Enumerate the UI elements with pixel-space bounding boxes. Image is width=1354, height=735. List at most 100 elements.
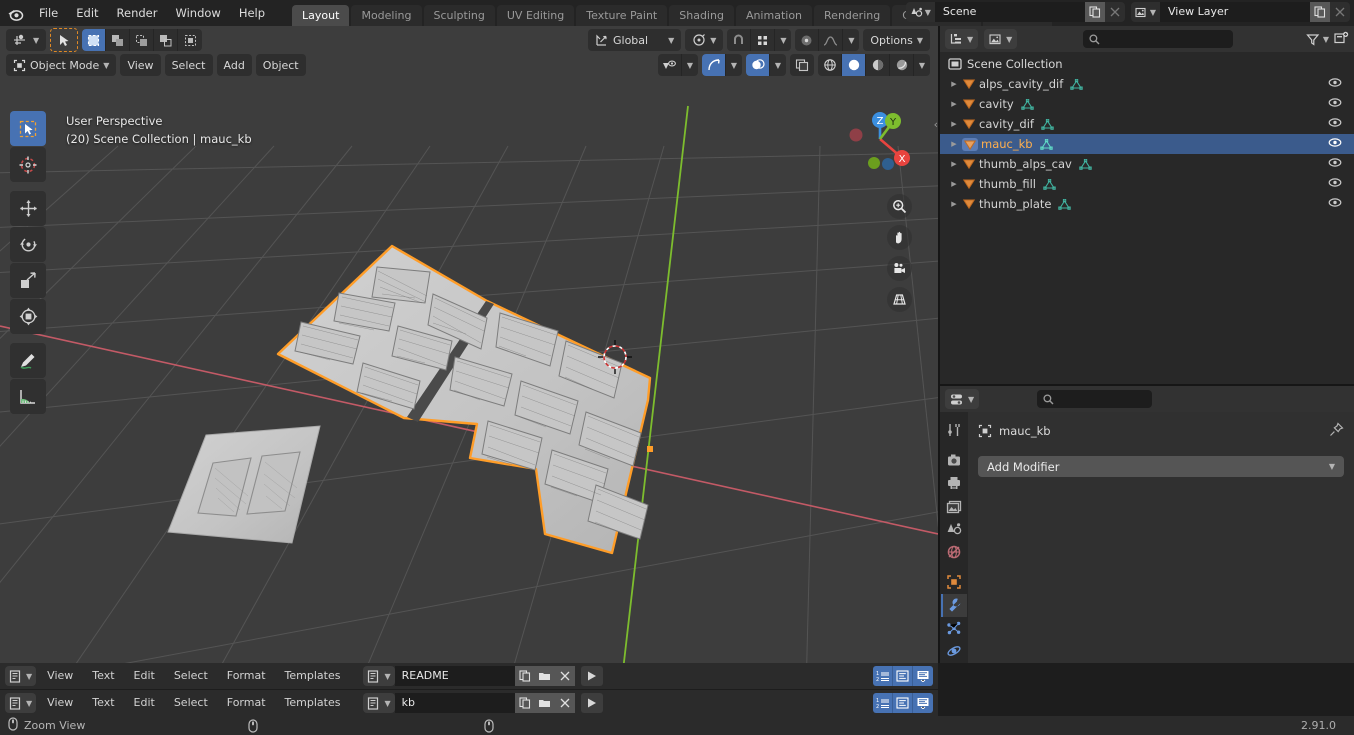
- outliner-item-alps-cavity-dif[interactable]: ▶ alps_cavity_dif: [940, 74, 1354, 94]
- xray-toggle-icon[interactable]: [790, 54, 814, 76]
- text-editor-1-menu-select[interactable]: Select: [166, 666, 216, 686]
- visibility-group[interactable]: ▼: [658, 54, 698, 76]
- grid-ortho-icon[interactable]: [887, 287, 912, 312]
- object-mode-selector[interactable]: Object Mode ▼: [6, 54, 117, 76]
- properties-editor[interactable]: ▼ mauc_kb Add Modifier ▼: [940, 386, 1354, 663]
- view-layer-selector[interactable]: ▼ View Layer: [1130, 2, 1350, 22]
- outliner-display-mode-icon[interactable]: ▼: [945, 29, 979, 49]
- shading-dropdown-caret[interactable]: ▼: [914, 54, 930, 76]
- syntax-highlight-icon[interactable]: [913, 666, 933, 686]
- camera-icon[interactable]: [887, 256, 912, 281]
- scene-cone-icon[interactable]: [941, 517, 967, 540]
- outliner-item-mauc-kb[interactable]: ▶ mauc_kb: [940, 134, 1354, 154]
- shading-wireframe-icon[interactable]: [818, 54, 842, 76]
- text-editor-2-datablock[interactable]: ▼ kb: [363, 693, 603, 713]
- outliner-item-thumb-fill[interactable]: ▶ thumb_fill: [940, 174, 1354, 194]
- menu-help[interactable]: Help: [230, 2, 274, 24]
- eye-icon[interactable]: [1328, 197, 1342, 211]
- add-modifier-button[interactable]: Add Modifier ▼: [978, 456, 1344, 477]
- expand-arrow-icon[interactable]: ▶: [946, 140, 962, 148]
- pin-icon[interactable]: [1329, 422, 1344, 440]
- filter-id-icon[interactable]: ▼: [984, 29, 1018, 49]
- rotate-icon[interactable]: [10, 227, 46, 262]
- scene-selector[interactable]: ▼ Scene: [905, 2, 1125, 22]
- expand-arrow-icon[interactable]: ▶: [946, 100, 962, 108]
- blender-logo-icon[interactable]: [0, 0, 30, 26]
- line-numbers-icon[interactable]: 12: [873, 666, 893, 686]
- outliner-item-cavity-dif[interactable]: ▶ cavity_dif: [940, 114, 1354, 134]
- gizmo-group[interactable]: ▼: [702, 54, 742, 76]
- eye-icon[interactable]: [1328, 97, 1342, 111]
- text-editor-2-menu-select[interactable]: Select: [166, 693, 216, 713]
- move-icon[interactable]: [10, 191, 46, 226]
- duplicate-icon[interactable]: [514, 666, 535, 686]
- proportional-dropdown-caret[interactable]: ▼: [843, 29, 859, 51]
- new-scene-button[interactable]: [1084, 2, 1105, 22]
- menu-file[interactable]: File: [30, 2, 67, 24]
- overlays-icon[interactable]: [746, 54, 770, 76]
- tab-layout[interactable]: Layout: [292, 5, 350, 26]
- select-box-icon[interactable]: [10, 111, 46, 146]
- select-mode-group[interactable]: [82, 29, 203, 51]
- viewport-menu-object[interactable]: Object: [255, 54, 306, 76]
- duplicate-icon[interactable]: [514, 693, 535, 713]
- folder-icon[interactable]: [534, 693, 555, 713]
- view-layer-icon[interactable]: ▼: [1130, 2, 1160, 22]
- particles-icon[interactable]: [941, 617, 967, 640]
- word-wrap-icon[interactable]: [893, 693, 913, 713]
- text-editor-2-menu-text[interactable]: Text: [84, 693, 122, 713]
- pivot-point-icon[interactable]: ▼: [685, 29, 724, 51]
- hand-pan-icon[interactable]: [887, 225, 912, 250]
- text-editor-2-filename[interactable]: kb: [394, 693, 515, 713]
- expand-arrow-icon[interactable]: ▶: [946, 120, 962, 128]
- shading-material-icon[interactable]: [866, 54, 890, 76]
- outliner-scene-collection-row[interactable]: Scene Collection: [940, 54, 1354, 74]
- run-script-icon[interactable]: [580, 693, 603, 713]
- outliner-search-input[interactable]: [1083, 30, 1234, 48]
- tool-icon[interactable]: [941, 418, 967, 441]
- eye-icon[interactable]: [1328, 157, 1342, 171]
- expand-arrow-icon[interactable]: ▶: [946, 160, 962, 168]
- tab-texture-paint[interactable]: Texture Paint: [576, 5, 668, 26]
- text-editor-2-menu-format[interactable]: Format: [219, 693, 274, 713]
- snap-dropdown-caret[interactable]: ▼: [775, 29, 791, 51]
- select-invert-icon[interactable]: [154, 29, 179, 51]
- zoom-icon[interactable]: [887, 194, 912, 219]
- editor-seam-vertical[interactable]: [938, 26, 940, 663]
- select-set-icon[interactable]: [82, 29, 107, 51]
- snap-magnet-icon[interactable]: [727, 29, 752, 51]
- scene-icon[interactable]: ▼: [905, 2, 935, 22]
- outliner-item-thumb-plate[interactable]: ▶ thumb_plate: [940, 194, 1354, 214]
- view-layer-name[interactable]: View Layer: [1160, 2, 1310, 22]
- unlink-scene-button[interactable]: [1104, 2, 1125, 22]
- text-datablock-icon[interactable]: ▼: [363, 666, 395, 686]
- filter-funnel-icon[interactable]: ▼: [1306, 33, 1329, 46]
- syntax-highlight-icon[interactable]: [913, 693, 933, 713]
- outliner-item-thumb-alps-cav[interactable]: ▶ thumb_alps_cav: [940, 154, 1354, 174]
- gizmo-dropdown-caret[interactable]: ▼: [726, 54, 742, 76]
- new-collection-icon[interactable]: [1334, 31, 1349, 48]
- world-globe-icon[interactable]: [941, 540, 967, 563]
- editor-type-text-icon[interactable]: ▼: [5, 666, 37, 686]
- visibility-eye-icon[interactable]: [658, 54, 682, 76]
- snap-group[interactable]: ▼: [727, 29, 792, 51]
- close-icon[interactable]: [554, 666, 575, 686]
- text-editor-1-menu-templates[interactable]: Templates: [277, 666, 349, 686]
- select-intersect-icon[interactable]: [178, 29, 202, 51]
- eye-icon[interactable]: [1328, 77, 1342, 91]
- overlays-dropdown-caret[interactable]: ▼: [770, 54, 786, 76]
- falloff-curve-icon[interactable]: [819, 29, 844, 51]
- shading-modes-group[interactable]: ▼: [818, 54, 930, 76]
- annotate-icon[interactable]: [10, 343, 46, 378]
- folder-icon[interactable]: [534, 666, 555, 686]
- proportional-group[interactable]: ▼: [795, 29, 860, 51]
- tab-uv-editing[interactable]: UV Editing: [496, 5, 575, 26]
- tweak-arrow-icon[interactable]: [50, 28, 79, 52]
- outliner-editor[interactable]: ▼ ▼ ▼ Scene Collection ▶ alps_cavity_dif…: [940, 26, 1354, 384]
- sidebar-toggle-icon[interactable]: ‹: [934, 118, 938, 131]
- view-layer-images-icon[interactable]: [941, 494, 967, 517]
- tab-animation[interactable]: Animation: [735, 5, 813, 26]
- text-editor-1-menu-format[interactable]: Format: [219, 666, 274, 686]
- transform-icon[interactable]: [10, 299, 46, 334]
- text-editor-2-menu-view[interactable]: View: [39, 693, 81, 713]
